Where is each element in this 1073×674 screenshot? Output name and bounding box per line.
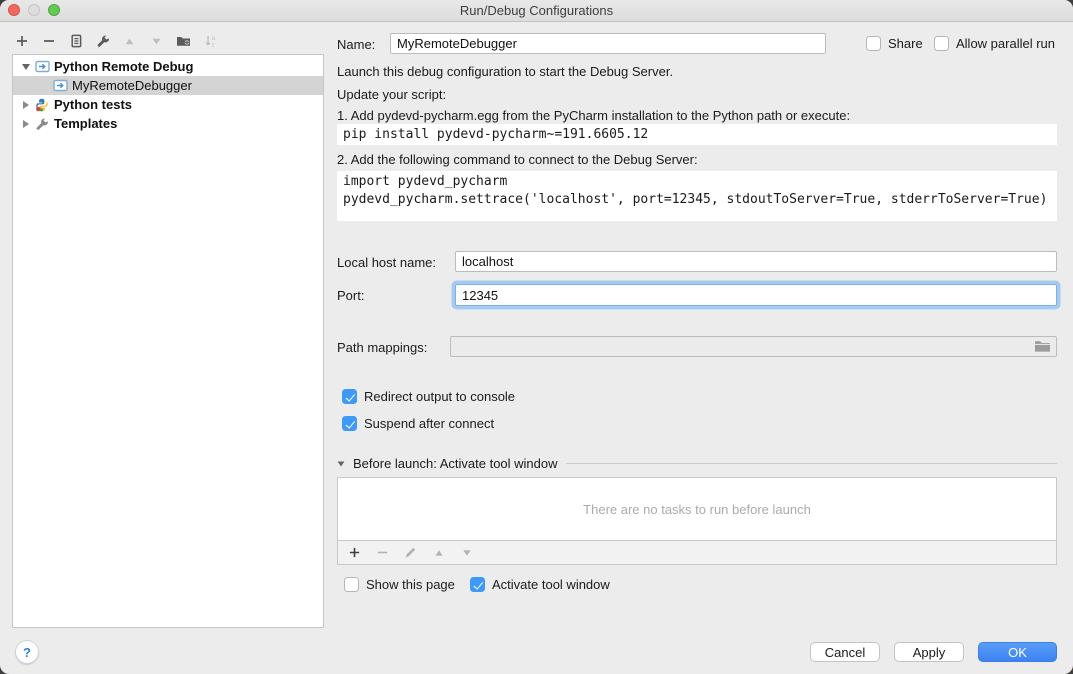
edit-task-button[interactable] xyxy=(403,545,418,560)
tree-item-label: Templates xyxy=(54,116,117,131)
path-mappings-input[interactable] xyxy=(450,336,1057,357)
instruction-step-2: 2. Add the following command to connect … xyxy=(337,152,698,167)
path-mappings-label: Path mappings: xyxy=(337,340,427,355)
titlebar: Run/Debug Configurations xyxy=(0,0,1073,22)
settrace-code-line-1: import pydevd_pycharm xyxy=(343,174,507,189)
move-task-down-button[interactable] xyxy=(459,545,474,560)
minus-icon xyxy=(42,34,56,48)
redirect-output-checkbox[interactable] xyxy=(342,389,357,404)
redirect-output-label: Redirect output to console xyxy=(364,389,515,404)
svg-text:a: a xyxy=(211,36,215,42)
edit-templates-button[interactable] xyxy=(95,34,110,49)
new-folder-icon xyxy=(176,34,191,48)
move-down-button[interactable] xyxy=(149,34,164,49)
plus-icon xyxy=(348,546,361,559)
configurations-toolbar: az xyxy=(14,31,218,51)
tree-item-myremotedebugger[interactable]: MyRemoteDebugger xyxy=(13,76,323,95)
instruction-line-2: Update your script: xyxy=(337,87,446,102)
sort-configurations-button[interactable]: az xyxy=(203,34,218,49)
port-label: Port: xyxy=(337,288,364,303)
window-title: Run/Debug Configurations xyxy=(0,0,1073,22)
local-host-name-input[interactable] xyxy=(455,251,1057,272)
before-launch-toolbar xyxy=(337,541,1057,565)
share-checkbox[interactable] xyxy=(866,36,881,51)
help-button[interactable]: ? xyxy=(15,640,39,664)
suspend-after-connect-checkbox-row: Suspend after connect xyxy=(342,416,494,431)
move-up-button[interactable] xyxy=(122,34,137,49)
instruction-step-1: 1. Add pydevd-pycharm.egg from the PyCha… xyxy=(337,108,850,123)
show-this-page-checkbox[interactable] xyxy=(344,577,359,592)
show-this-page-label: Show this page xyxy=(366,577,455,592)
arrow-up-icon xyxy=(123,35,136,48)
copy-configuration-button[interactable] xyxy=(68,34,83,49)
svg-text:z: z xyxy=(211,42,214,48)
wrench-icon xyxy=(96,34,110,48)
pip-install-code[interactable]: pip install pydevd-pycharm~=191.6605.12 xyxy=(337,124,1057,145)
move-task-up-button[interactable] xyxy=(431,545,446,560)
pencil-icon xyxy=(404,546,417,559)
tree-item-label: Python tests xyxy=(54,97,132,112)
name-label: Name: xyxy=(337,37,375,52)
chevron-down-icon[interactable] xyxy=(21,64,31,70)
suspend-after-connect-label: Suspend after connect xyxy=(364,416,494,431)
arrow-down-icon xyxy=(461,547,473,559)
run-debug-configurations-dialog: Run/Debug Configurations az xyxy=(0,0,1073,674)
section-divider xyxy=(566,463,1057,464)
sort-az-icon: az xyxy=(204,34,218,48)
chevron-right-icon[interactable] xyxy=(21,101,31,109)
activate-tool-window-checkbox[interactable] xyxy=(470,577,485,592)
remove-task-button[interactable] xyxy=(375,545,390,560)
before-launch-task-list[interactable]: There are no tasks to run before launch xyxy=(337,477,1057,541)
before-launch-section-header[interactable]: Before launch: Activate tool window xyxy=(337,456,1057,471)
python-tests-icon xyxy=(35,98,50,112)
tree-item-label: Python Remote Debug xyxy=(54,59,193,74)
new-folder-button[interactable] xyxy=(176,34,191,49)
add-configuration-button[interactable] xyxy=(14,34,29,49)
remove-configuration-button[interactable] xyxy=(41,34,56,49)
instruction-line-1: Launch this debug configuration to start… xyxy=(337,64,673,79)
configurations-tree: Python Remote Debug MyRemoteDebugger Pyt… xyxy=(12,54,324,628)
cancel-button[interactable]: Cancel xyxy=(810,642,880,662)
allow-parallel-run-label: Allow parallel run xyxy=(956,36,1055,51)
apply-button[interactable]: Apply xyxy=(894,642,964,662)
copy-icon xyxy=(69,34,83,48)
redirect-output-checkbox-row: Redirect output to console xyxy=(342,389,515,404)
no-tasks-message: There are no tasks to run before launch xyxy=(338,502,1056,517)
allow-parallel-checkbox-row: Allow parallel run xyxy=(934,36,1055,51)
remote-debug-icon xyxy=(35,60,50,74)
port-input[interactable] xyxy=(455,284,1057,306)
tree-item-templates[interactable]: Templates xyxy=(13,114,323,133)
collapse-section-icon[interactable] xyxy=(338,461,345,466)
tree-item-label: MyRemoteDebugger xyxy=(72,78,192,93)
show-this-page-checkbox-row: Show this page xyxy=(344,577,455,592)
share-checkbox-row: Share xyxy=(866,36,923,51)
wrench-icon xyxy=(35,117,50,131)
chevron-right-icon[interactable] xyxy=(21,120,31,128)
add-task-button[interactable] xyxy=(347,545,362,560)
activate-tool-window-checkbox-row: Activate tool window xyxy=(470,577,610,592)
tree-item-python-tests[interactable]: Python tests xyxy=(13,95,323,114)
browse-folder-icon[interactable] xyxy=(1034,339,1051,358)
activate-tool-window-label: Activate tool window xyxy=(492,577,610,592)
before-launch-title: Before launch: Activate tool window xyxy=(353,456,558,471)
name-input[interactable] xyxy=(390,33,826,54)
arrow-up-icon xyxy=(433,547,445,559)
allow-parallel-run-checkbox[interactable] xyxy=(934,36,949,51)
suspend-after-connect-checkbox[interactable] xyxy=(342,416,357,431)
remote-debug-icon xyxy=(53,79,68,93)
arrow-down-icon xyxy=(150,35,163,48)
local-host-name-label: Local host name: xyxy=(337,255,436,270)
share-label: Share xyxy=(888,36,923,51)
minus-icon xyxy=(376,546,389,559)
ok-button[interactable]: OK xyxy=(978,642,1057,662)
settrace-code[interactable]: import pydevd_pycharm pydevd_pycharm.set… xyxy=(337,171,1057,221)
question-mark-icon: ? xyxy=(23,645,31,660)
plus-icon xyxy=(15,34,29,48)
tree-item-python-remote-debug[interactable]: Python Remote Debug xyxy=(13,57,323,76)
settrace-code-line-2: pydevd_pycharm.settrace('localhost', por… xyxy=(343,192,1047,207)
